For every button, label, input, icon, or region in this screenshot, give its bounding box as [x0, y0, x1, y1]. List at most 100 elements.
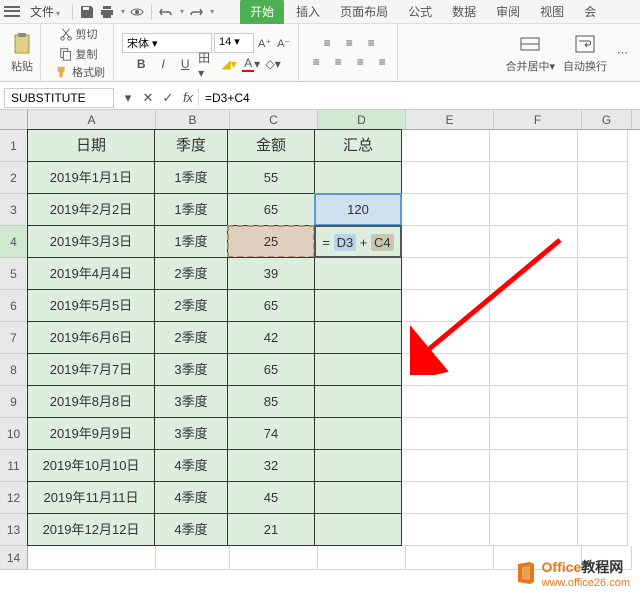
column-headers: A B C D E F G [0, 110, 640, 130]
tab-layout[interactable]: 页面布局 [332, 0, 396, 24]
ref-D3: D3 [334, 234, 357, 251]
col-header-G[interactable]: G [582, 110, 632, 129]
align-right-icon[interactable]: ≡ [351, 54, 369, 70]
dropdown-icon[interactable]: ▾ [180, 7, 184, 16]
fill-color-icon[interactable]: ◢▾ [220, 56, 238, 72]
align-bottom-icon[interactable]: ≡ [362, 35, 380, 51]
row-8: 8 2019年7月7日 3季度 65 [0, 354, 640, 386]
italic-icon[interactable]: I [154, 56, 172, 72]
cell-F1[interactable] [490, 130, 578, 162]
row-9: 9 2019年8月8日 3季度 85 [0, 386, 640, 418]
more-icon[interactable]: ⋯ [615, 32, 630, 74]
cell-D2[interactable] [314, 161, 402, 194]
cell-B4[interactable]: 1季度 [154, 225, 228, 258]
format-painter-button[interactable]: 格式刷 [53, 63, 107, 81]
cell-A1[interactable]: 日期 [27, 129, 155, 162]
cell-G1[interactable] [578, 130, 628, 162]
confirm-formula-icon[interactable]: ✓ [158, 90, 178, 106]
row-3: 3 2019年2月2日 1季度 65 120 [0, 194, 640, 226]
col-header-E[interactable]: E [406, 110, 494, 129]
divider [151, 4, 152, 20]
copy-button[interactable]: 复制 [57, 45, 100, 63]
tab-more[interactable]: 会 [576, 0, 604, 24]
cut-button[interactable]: 剪切 [57, 25, 100, 43]
tab-review[interactable]: 审阅 [488, 0, 528, 24]
watermark-title-2: 教程网 [581, 559, 623, 575]
paste-button[interactable]: 粘贴 [10, 32, 34, 74]
col-header-F[interactable]: F [494, 110, 582, 129]
align-left-icon[interactable]: ≡ [307, 54, 325, 70]
font-size-select[interactable]: 14 ▾ [214, 33, 254, 53]
cell-A3[interactable]: 2019年2月2日 [27, 193, 155, 226]
align-top-icon[interactable]: ≡ [318, 35, 336, 51]
cell-D3[interactable]: 120 [314, 193, 402, 226]
dropdown-icon[interactable]: ▾ [210, 7, 214, 16]
merge-button[interactable]: 合并居中▾ [505, 32, 555, 74]
formula-input[interactable]: =D3+C4 [198, 89, 640, 107]
row-4: 4 2019年3月3日 1季度 25 = D3 + C4 [0, 226, 640, 258]
tab-insert[interactable]: 插入 [288, 0, 328, 24]
cell-C1[interactable]: 金额 [227, 129, 315, 162]
underline-icon[interactable]: U [176, 56, 194, 72]
cell-D4-editing[interactable]: = D3 + C4 [314, 225, 402, 258]
tab-view[interactable]: 视图 [532, 0, 572, 24]
dropdown-icon[interactable]: ▾ [121, 7, 125, 16]
col-header-C[interactable]: C [230, 110, 318, 129]
tab-data[interactable]: 数据 [444, 0, 484, 24]
name-box[interactable] [4, 88, 114, 108]
row-7: 7 2019年6月6日 2季度 42 [0, 322, 640, 354]
cell-A2[interactable]: 2019年1月1日 [27, 161, 155, 194]
preview-icon[interactable] [129, 4, 145, 20]
ref-C4: C4 [371, 234, 394, 251]
row-header-3[interactable]: 3 [0, 194, 28, 226]
redo-icon[interactable] [188, 4, 204, 20]
cancel-formula-icon[interactable]: ✕ [138, 90, 158, 106]
wrap-button[interactable]: 自动换行 [563, 32, 607, 74]
save-icon[interactable] [79, 4, 95, 20]
file-menu[interactable]: 文件▾ [24, 1, 66, 22]
increase-font-icon[interactable]: A⁺ [256, 33, 273, 53]
undo-icon[interactable] [158, 4, 174, 20]
cell-C4[interactable]: 25 [227, 225, 315, 258]
tab-start[interactable]: 开始 [240, 0, 284, 24]
align-middle-icon[interactable]: ≡ [340, 35, 358, 51]
hamburger-icon[interactable] [4, 5, 20, 19]
watermark-url: www.office26.com [542, 577, 630, 589]
col-header-B[interactable]: B [156, 110, 230, 129]
indent-icon[interactable]: ≡ [373, 54, 391, 70]
effects-icon[interactable]: ◇▾ [264, 56, 282, 72]
fx-icon[interactable]: fx [178, 90, 198, 105]
cell-C3[interactable]: 65 [227, 193, 315, 226]
row-header-5[interactable]: 5 [0, 258, 28, 290]
tab-formula[interactable]: 公式 [400, 0, 440, 24]
align-center-icon[interactable]: ≡ [329, 54, 347, 70]
row-5: 5 2019年4月4日 2季度 39 [0, 258, 640, 290]
dropdown-icon[interactable]: ▾ [118, 90, 138, 106]
bold-icon[interactable]: B [132, 56, 150, 72]
cell-B1[interactable]: 季度 [154, 129, 228, 162]
font-color-icon[interactable]: A▾ [242, 56, 260, 72]
cell-B2[interactable]: 1季度 [154, 161, 228, 194]
watermark: Office教程网 www.office26.com [514, 557, 630, 589]
cell-C2[interactable]: 55 [227, 161, 315, 194]
row-2: 2 2019年1月1日 1季度 55 [0, 162, 640, 194]
select-all-corner[interactable] [0, 110, 28, 129]
cell-A4[interactable]: 2019年3月3日 [27, 225, 155, 258]
row-header-4[interactable]: 4 [0, 226, 28, 258]
decrease-font-icon[interactable]: A⁻ [275, 33, 292, 53]
office-logo-icon [514, 561, 538, 585]
sheet-area: A B C D E F G 1 日期 季度 金额 汇总 2 2019年1月1日 … [0, 110, 640, 570]
cell-E1[interactable] [402, 130, 490, 162]
col-header-D[interactable]: D [318, 110, 406, 129]
border-icon[interactable]: 田▾ [198, 56, 216, 72]
row-header-2[interactable]: 2 [0, 162, 28, 194]
row-6: 6 2019年5月5日 2季度 65 [0, 290, 640, 322]
menubar: 文件▾ ▾ ▾ ▾ 开始 插入 页面布局 公式 数据 审阅 视图 会 [0, 0, 640, 24]
row-1: 1 日期 季度 金额 汇总 [0, 130, 640, 162]
cell-D1[interactable]: 汇总 [314, 129, 402, 162]
row-header-1[interactable]: 1 [0, 130, 28, 162]
col-header-A[interactable]: A [28, 110, 156, 129]
cell-B3[interactable]: 1季度 [154, 193, 228, 226]
row-13: 13 2019年12月12日 4季度 21 [0, 514, 640, 546]
print-icon[interactable] [99, 4, 115, 20]
